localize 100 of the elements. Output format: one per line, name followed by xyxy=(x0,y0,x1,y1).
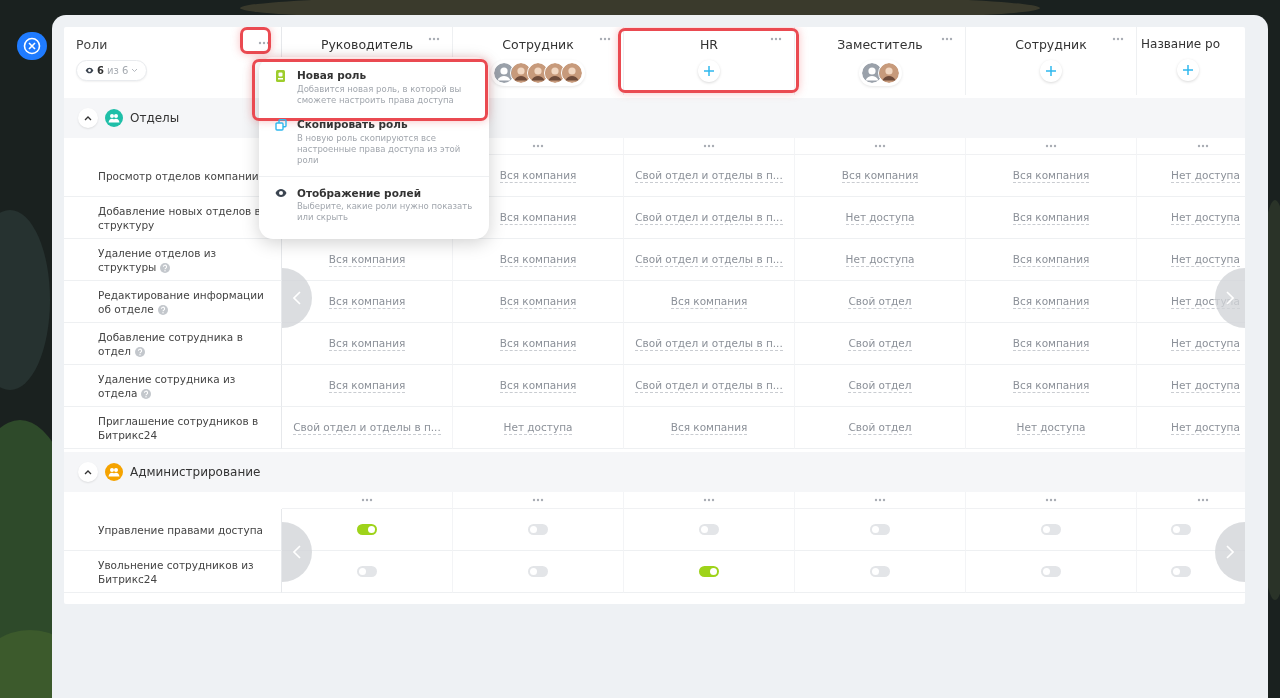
toggle-switch[interactable] xyxy=(699,524,719,535)
more-icon[interactable] xyxy=(599,37,611,41)
section-title: Отделы xyxy=(130,111,180,125)
access-select[interactable]: Нет доступа xyxy=(1016,420,1086,435)
scroll-left-button[interactable] xyxy=(282,268,312,328)
access-select[interactable]: Свой отдел и отделы в п... xyxy=(635,168,783,183)
more-icon[interactable] xyxy=(1197,144,1209,148)
access-select[interactable]: Нет доступа xyxy=(1171,210,1240,225)
role-title: HR xyxy=(699,37,719,52)
add-button[interactable] xyxy=(1177,59,1199,81)
more-icon[interactable] xyxy=(1112,37,1124,41)
access-select[interactable]: Нет доступа xyxy=(503,420,573,435)
add-button[interactable] xyxy=(698,60,720,82)
more-icon[interactable] xyxy=(874,144,886,148)
menu-item[interactable]: Новая роль Добавится новая роль, в которой вы сможете настроить права доступа xyxy=(259,63,489,112)
more-icon[interactable] xyxy=(703,498,715,502)
access-select[interactable]: Свой отдел и отделы в п... xyxy=(635,210,783,225)
role-title: Руководитель xyxy=(320,37,414,52)
help-icon[interactable] xyxy=(141,388,152,399)
help-icon[interactable] xyxy=(160,262,171,273)
access-select[interactable]: Вся компания xyxy=(670,294,748,309)
more-icon[interactable] xyxy=(1197,498,1209,502)
access-select[interactable]: Вся компания xyxy=(499,252,577,267)
access-select[interactable]: Вся компания xyxy=(328,252,406,267)
toggle-switch[interactable] xyxy=(1041,524,1061,535)
visible-roles-chip[interactable]: 6 из 6 xyxy=(76,60,148,81)
toggle-switch[interactable] xyxy=(1171,566,1191,577)
chevron-icon xyxy=(84,469,92,475)
toggle-switch[interactable] xyxy=(357,524,377,535)
copy-icon xyxy=(275,119,287,131)
toggle-switch[interactable] xyxy=(699,566,719,577)
add-button[interactable] xyxy=(1040,60,1062,82)
access-select[interactable]: Вся компания xyxy=(328,336,406,351)
collapse-button[interactable] xyxy=(78,462,98,482)
role-title: Название ро xyxy=(1141,37,1220,51)
toggle-switch[interactable] xyxy=(528,566,548,577)
more-icon[interactable] xyxy=(428,37,440,41)
access-select[interactable]: Нет доступа xyxy=(845,210,915,225)
document-icon xyxy=(275,70,286,82)
access-select[interactable]: Вся компания xyxy=(499,210,577,225)
access-select[interactable]: Нет доступа xyxy=(1171,336,1240,351)
more-icon[interactable] xyxy=(1045,144,1057,148)
plus-icon xyxy=(1046,66,1056,76)
access-select[interactable]: Вся компания xyxy=(499,168,577,183)
role-title: Сотрудник xyxy=(502,37,574,52)
toggle-switch[interactable] xyxy=(1041,566,1061,577)
more-icon[interactable] xyxy=(532,498,544,502)
avatar-icon xyxy=(561,62,583,84)
toggle-switch[interactable] xyxy=(870,566,890,577)
access-select[interactable]: Нет доступа xyxy=(1171,252,1240,267)
access-select[interactable]: Вся компания xyxy=(499,336,577,351)
access-select[interactable]: Вся компания xyxy=(841,168,919,183)
access-select[interactable]: Вся компания xyxy=(499,378,577,393)
menu-item[interactable]: Отображение ролей Выберите, какие роли нужно показать или скрыть xyxy=(259,176,489,229)
access-select[interactable]: Нет доступа xyxy=(1171,378,1240,393)
scroll-right-button[interactable] xyxy=(1215,522,1245,582)
access-select[interactable]: Вся компания xyxy=(328,378,406,393)
role-title: Сотрудник xyxy=(1015,37,1087,52)
toggle-switch[interactable] xyxy=(528,524,548,535)
access-select[interactable]: Вся компания xyxy=(1012,378,1090,393)
access-select[interactable]: Вся компания xyxy=(670,420,748,435)
access-select[interactable]: Вся компания xyxy=(1012,336,1090,351)
more-icon[interactable] xyxy=(941,37,953,41)
access-select[interactable]: Вся компания xyxy=(328,294,406,309)
more-icon[interactable] xyxy=(874,498,886,502)
access-select[interactable]: Свой отдел xyxy=(848,378,912,393)
avatar-icon xyxy=(877,62,900,84)
plus-icon xyxy=(704,66,714,76)
close-icon xyxy=(23,37,41,55)
access-select[interactable]: Вся компания xyxy=(1012,252,1090,267)
more-icon[interactable] xyxy=(361,498,373,502)
access-select[interactable]: Нет доступа xyxy=(1171,420,1240,435)
collapse-button[interactable] xyxy=(78,108,98,128)
chevron-icon xyxy=(84,115,92,121)
access-select[interactable]: Вся компания xyxy=(1012,210,1090,225)
access-select[interactable]: Вся компания xyxy=(499,294,577,309)
access-select[interactable]: Вся компания xyxy=(1012,168,1090,183)
toggle-switch[interactable] xyxy=(1171,524,1191,535)
access-select[interactable]: Свой отдел и отделы в п... xyxy=(635,252,783,267)
access-select[interactable]: Свой отдел и отделы в п... xyxy=(293,420,441,435)
access-select[interactable]: Нет доступа xyxy=(1171,168,1240,183)
more-icon[interactable] xyxy=(703,144,715,148)
help-icon[interactable] xyxy=(157,304,168,315)
access-select[interactable]: Свой отдел xyxy=(848,420,912,435)
toggle-switch[interactable] xyxy=(357,566,377,577)
help-icon[interactable] xyxy=(135,346,145,357)
access-select[interactable]: Свой отдел и отделы в п... xyxy=(635,336,783,351)
more-icon[interactable] xyxy=(770,37,782,41)
access-select[interactable]: Нет доступа xyxy=(845,252,915,267)
scroll-left-button[interactable] xyxy=(282,522,312,582)
eye-icon xyxy=(85,67,94,74)
access-select[interactable]: Свой отдел и отделы в п... xyxy=(635,378,783,393)
more-icon[interactable] xyxy=(532,144,544,148)
access-select[interactable]: Свой отдел xyxy=(848,336,912,351)
toggle-switch[interactable] xyxy=(870,524,890,535)
access-select[interactable]: Вся компания xyxy=(1012,294,1090,309)
access-select[interactable]: Свой отдел xyxy=(848,294,912,309)
chevron-left-icon xyxy=(293,545,301,559)
more-icon[interactable] xyxy=(1045,498,1057,502)
roles-title: Роли xyxy=(76,37,108,52)
